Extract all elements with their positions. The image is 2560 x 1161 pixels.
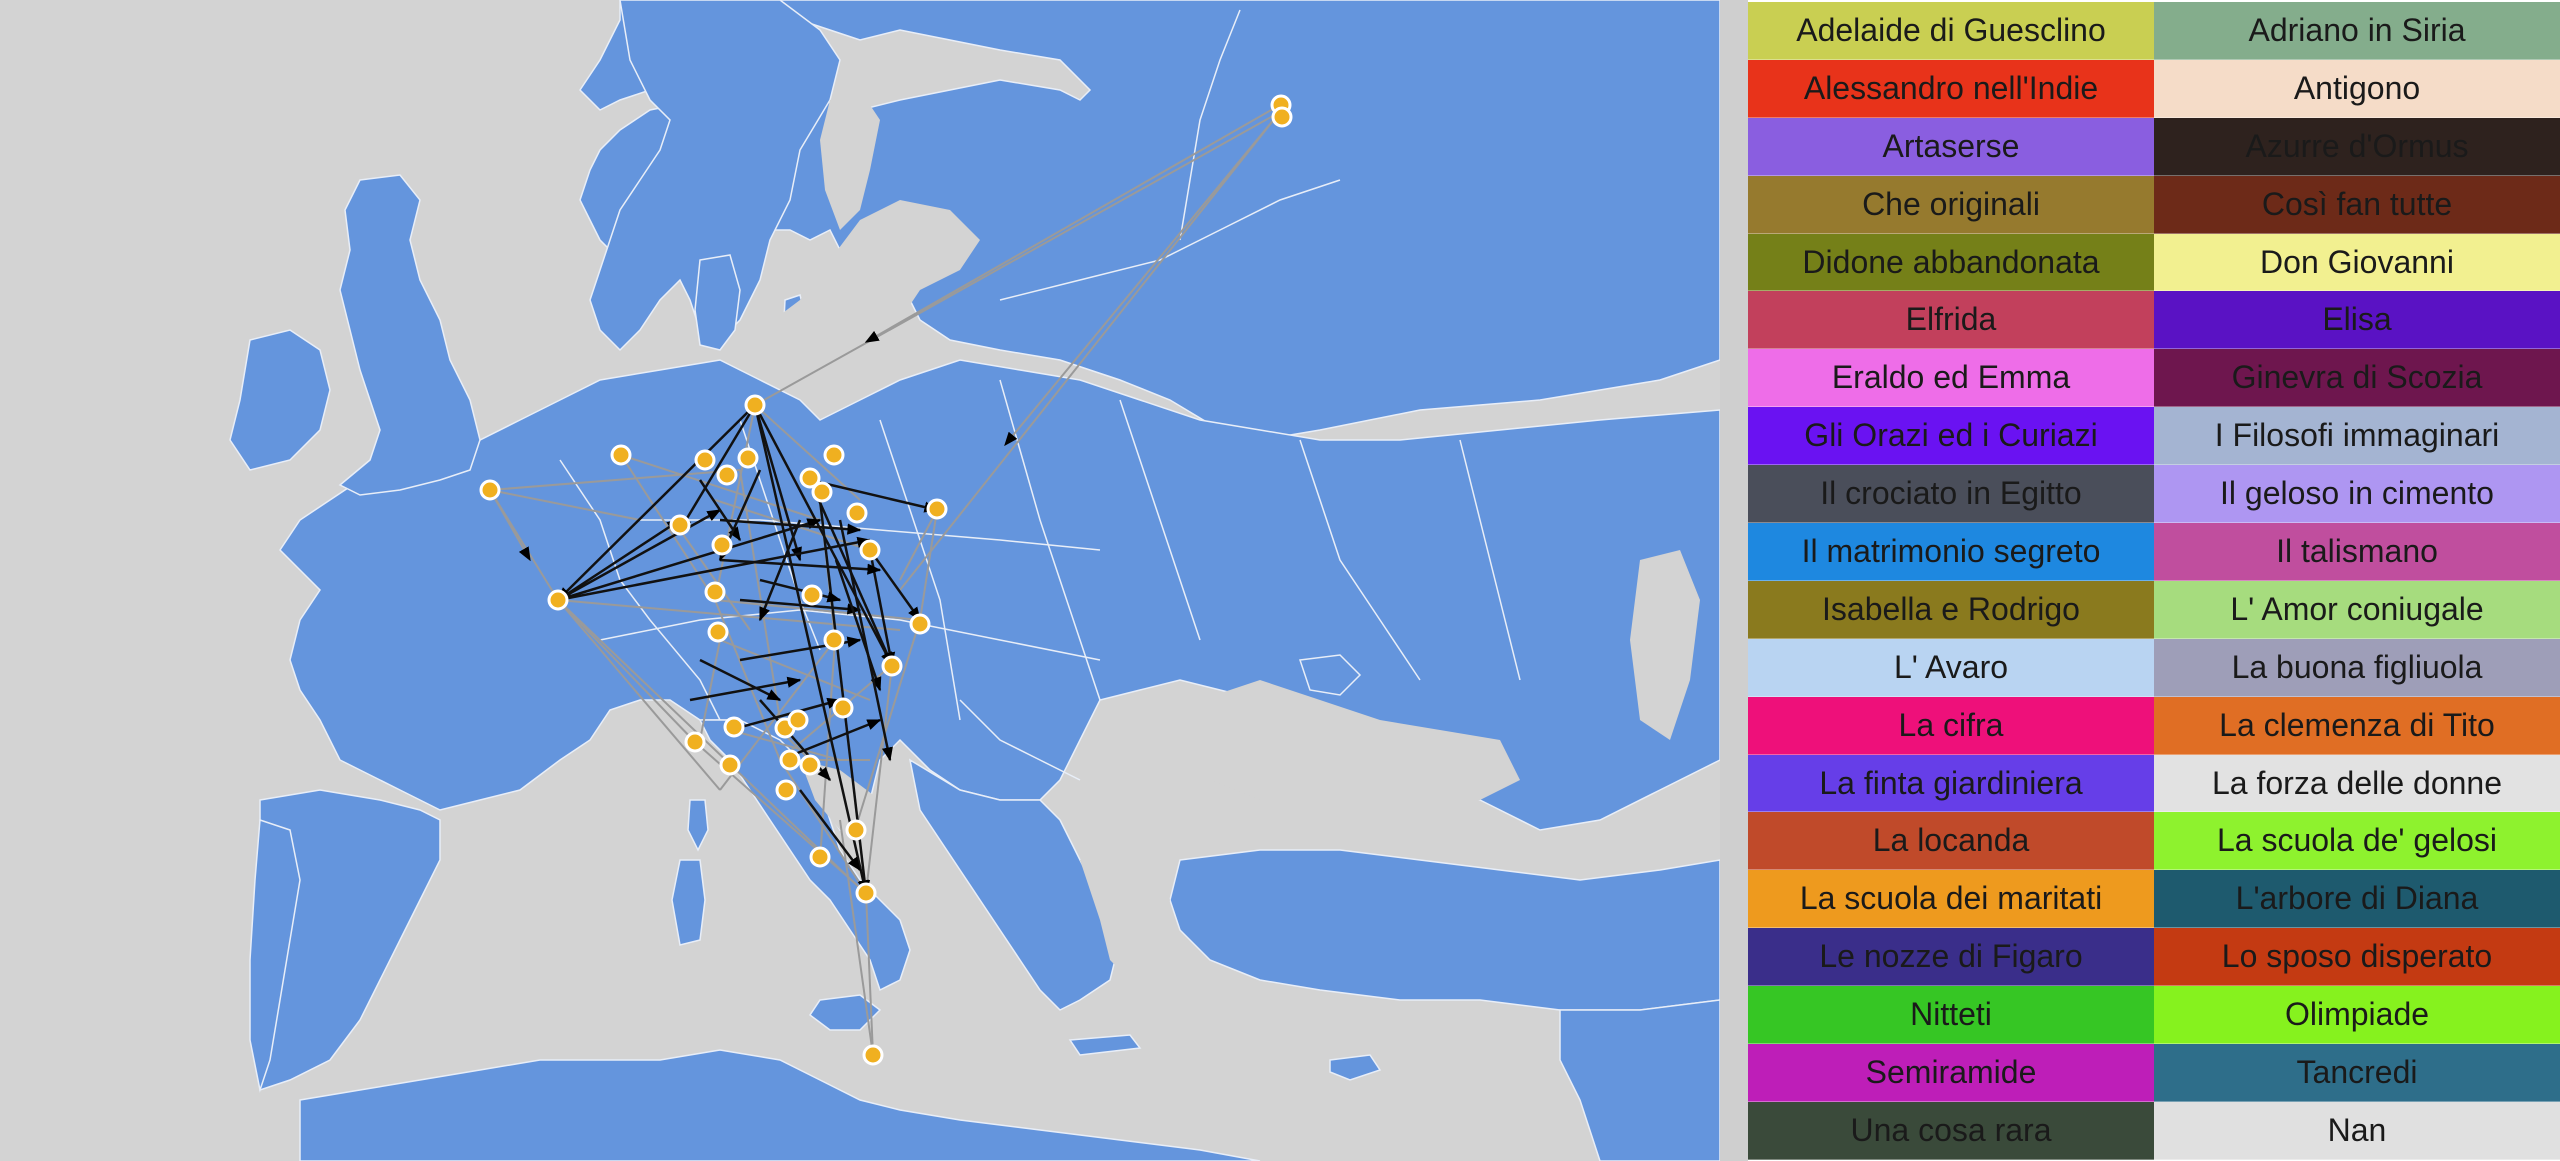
legend-item[interactable]: Le nozze di Figaro xyxy=(1748,928,2154,987)
legend-item[interactable]: La clemenza di Tito xyxy=(2154,696,2560,755)
land-ireland xyxy=(229,329,331,471)
legend-item[interactable]: Lo sposo disperato xyxy=(2154,928,2560,987)
land-north-africa xyxy=(299,1049,1261,1161)
map-panel[interactable] xyxy=(0,0,1720,1161)
legend-item[interactable]: Elfrida xyxy=(1748,291,2154,350)
city-node[interactable] xyxy=(845,819,867,841)
legend-item[interactable]: Il matrimonio segreto xyxy=(1748,523,2154,581)
city-node[interactable] xyxy=(775,779,797,801)
legend-item[interactable]: Antigono xyxy=(2154,59,2560,118)
city-node[interactable] xyxy=(832,697,854,719)
city-node[interactable] xyxy=(744,394,766,416)
legend-item[interactable]: L'arbore di Diana xyxy=(2154,870,2560,929)
legend-item[interactable]: Il talismano xyxy=(2154,523,2560,581)
city-node[interactable] xyxy=(684,731,706,753)
city-node[interactable] xyxy=(707,621,729,643)
city-node[interactable] xyxy=(909,613,931,635)
legend-item[interactable]: L' Amor coniugale xyxy=(2154,580,2560,639)
legend-item[interactable]: La scuola de' gelosi xyxy=(2154,812,2560,871)
land-denmark xyxy=(694,254,741,351)
legend-item[interactable]: La buona figliuola xyxy=(2154,638,2560,697)
city-node[interactable] xyxy=(669,514,691,536)
legend-item[interactable]: Eraldo ed Emma xyxy=(1748,349,2154,408)
legend-item[interactable]: Isabella e Rodrigo xyxy=(1748,580,2154,639)
legend-item[interactable]: Ginevra di Scozia xyxy=(2154,349,2560,408)
legend-item[interactable]: Così fan tutte xyxy=(2154,175,2560,234)
city-node[interactable] xyxy=(723,716,745,738)
city-node[interactable] xyxy=(716,464,738,486)
city-node[interactable] xyxy=(823,444,845,466)
europe-map[interactable] xyxy=(0,0,1720,1161)
land-corsica xyxy=(687,799,709,852)
legend-panel: Adelaide di Guesclino Adriano in Siria Ale… xyxy=(1748,0,2560,1161)
opera-legend: Adelaide di Guesclino Adriano in Siria Ale… xyxy=(1748,2,2560,1160)
legend-item[interactable]: Olimpiade xyxy=(2154,986,2560,1045)
land-cyprus xyxy=(1329,1054,1382,1081)
city-node[interactable] xyxy=(719,754,741,776)
legend-item[interactable]: Azurre d'Ormus xyxy=(2154,117,2560,176)
city-node[interactable] xyxy=(694,449,716,471)
city-node[interactable] xyxy=(737,447,759,469)
legend-item[interactable]: Semiramide xyxy=(1748,1044,2154,1102)
legend-item[interactable]: La cifra xyxy=(1748,696,2154,755)
city-node[interactable] xyxy=(881,655,903,677)
city-node[interactable] xyxy=(610,444,632,466)
legend-item[interactable]: Gli Orazi ed i Curiazi xyxy=(1748,407,2154,466)
city-node[interactable] xyxy=(809,846,831,868)
city-node[interactable] xyxy=(779,749,801,771)
city-node[interactable] xyxy=(862,1044,884,1066)
city-node[interactable] xyxy=(479,479,501,501)
city-node[interactable] xyxy=(547,589,569,611)
legend-item[interactable]: L' Avaro xyxy=(1748,638,2154,697)
legend-item[interactable]: Il geloso in cimento xyxy=(2154,465,2560,524)
city-node[interactable] xyxy=(799,754,821,776)
legend-item[interactable]: I Filosofi immaginari xyxy=(2154,407,2560,466)
legend-item[interactable]: Nan xyxy=(2154,1101,2560,1160)
legend-item[interactable]: La finta giardiniera xyxy=(1748,754,2154,813)
city-node[interactable] xyxy=(823,629,845,651)
city-node[interactable] xyxy=(704,581,726,603)
legend-item[interactable]: Nitteti xyxy=(1748,986,2154,1045)
city-node[interactable] xyxy=(801,584,823,606)
legend-item[interactable]: Una cosa rara xyxy=(1748,1101,2154,1160)
city-node[interactable] xyxy=(855,882,877,904)
legend-item[interactable]: Alessandro nell'Indie xyxy=(1748,59,2154,118)
panel-divider[interactable] xyxy=(1720,0,1748,1161)
city-node[interactable] xyxy=(926,498,948,520)
legend-item[interactable]: Il crociato in Egitto xyxy=(1748,465,2154,524)
city-node[interactable] xyxy=(859,539,881,561)
city-node[interactable] xyxy=(846,502,868,524)
city-node[interactable] xyxy=(711,534,733,556)
land-great-britain xyxy=(338,174,481,496)
legend-item[interactable]: Che originali xyxy=(1748,175,2154,234)
legend-item[interactable]: La scuola dei maritati xyxy=(1748,870,2154,929)
legend-item[interactable]: Adelaide di Guesclino xyxy=(1748,2,2154,60)
city-node[interactable] xyxy=(787,709,809,731)
legend-item[interactable]: La locanda xyxy=(1748,812,2154,871)
legend-item[interactable]: Tancredi xyxy=(2154,1044,2560,1102)
legend-item[interactable]: Adriano in Siria xyxy=(2154,2,2560,60)
legend-item[interactable]: Didone abbandonata xyxy=(1748,233,2154,292)
land-sardinia xyxy=(671,859,706,946)
legend-item[interactable]: Artaserse xyxy=(1748,117,2154,176)
city-node[interactable] xyxy=(811,481,833,503)
city-node[interactable] xyxy=(1271,106,1293,128)
land-masses xyxy=(229,0,1720,1161)
legend-item[interactable]: Don Giovanni xyxy=(2154,233,2560,292)
land-anatolia xyxy=(1169,849,1720,1011)
land-levant xyxy=(1559,999,1720,1161)
land-crete xyxy=(1068,1034,1142,1056)
legend-item[interactable]: La forza delle donne xyxy=(2154,754,2560,813)
legend-item[interactable]: Elisa xyxy=(2154,291,2560,350)
